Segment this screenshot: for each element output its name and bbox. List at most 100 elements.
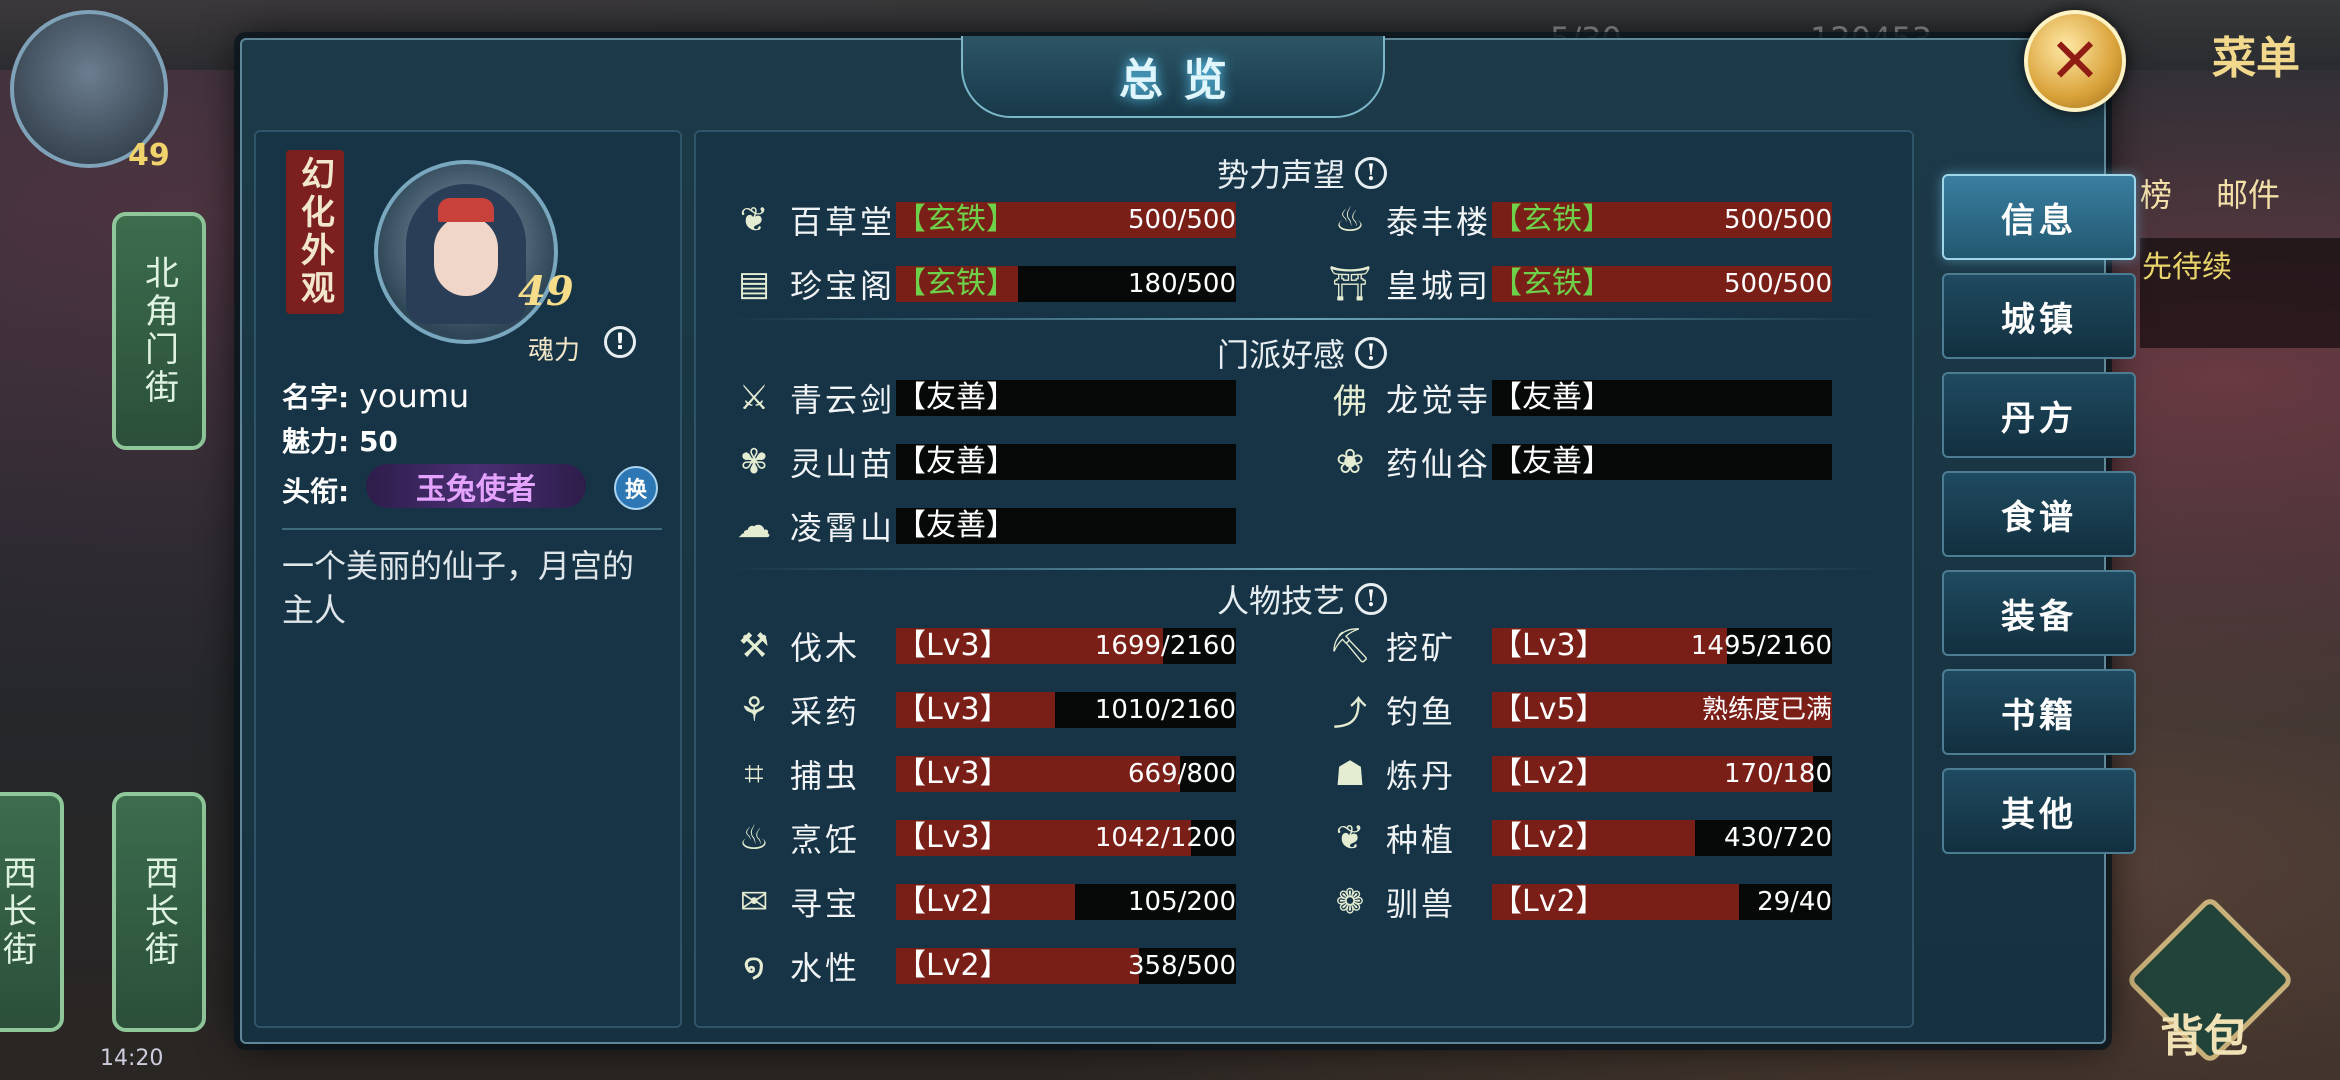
skills-name: 驯兽 — [1386, 885, 1457, 923]
skills-progress-bar: 【Lv2】 170/180 — [1492, 756, 1832, 792]
swap-title-button[interactable]: 换 — [614, 466, 658, 510]
cauldron-icon: ☗ — [1334, 754, 1366, 794]
section-sect: 门派好感 ! — [1216, 330, 1388, 376]
reputation-row: ⛩ 皇城司 — [1326, 262, 1491, 306]
reputation-row: ♨ 泰丰楼 — [1326, 198, 1491, 242]
reputation-row: ▤ 珍宝阁 — [730, 262, 895, 306]
skills-name: 钓鱼 — [1386, 693, 1457, 731]
reputation-tag: 【玄铁】 — [1492, 266, 1612, 301]
reputation-name: 泰丰楼 — [1386, 203, 1492, 241]
name-label: 名字: — [282, 381, 350, 414]
charm-value: 50 — [358, 425, 398, 458]
sects-name: 药仙谷 — [1386, 445, 1492, 483]
tab-3[interactable]: 食谱 — [1942, 471, 2136, 557]
skills-tag: 【Lv3】 — [896, 628, 1010, 663]
section-sect-title: 门派好感 — [1216, 336, 1346, 374]
sects-row: ❀ 药仙谷 — [1326, 440, 1491, 484]
street-sign-north[interactable]: 北角门街 — [112, 212, 206, 450]
skills-name: 伐木 — [790, 629, 861, 667]
status-time: 14:20 — [100, 1046, 164, 1071]
tab-1[interactable]: 城镇 — [1942, 273, 2136, 359]
cloud-icon: ☁ — [737, 506, 771, 546]
skills-progress-bar: 【Lv3】 1495/2160 — [1492, 628, 1832, 664]
tab-4[interactable]: 装备 — [1942, 570, 2136, 656]
skills-value: 1495/2160 — [1690, 631, 1832, 661]
soul-info-icon[interactable]: ! — [604, 326, 636, 358]
character-portrait[interactable] — [374, 160, 558, 344]
skills-value: 358/500 — [1127, 951, 1236, 981]
skills-name: 种植 — [1386, 821, 1457, 859]
reputation-info-icon[interactable]: ! — [1355, 157, 1388, 189]
sprout-icon: ❦ — [1335, 818, 1365, 858]
skills-value: 熟练度已满 — [1701, 695, 1832, 725]
wave-icon: ໑ — [743, 946, 765, 986]
sects-tag: 【友善】 — [1492, 380, 1612, 415]
skills-row: ⌗ 捕虫 — [730, 752, 860, 796]
skills-progress-bar: 【Lv2】 29/40 — [1492, 884, 1832, 920]
skills-row: ☗ 炼丹 — [1326, 752, 1456, 796]
skills-progress-bar: 【Lv3】 1042/1200 — [896, 820, 1236, 856]
reputation-progress-bar: 【玄铁】 500/500 — [896, 202, 1236, 238]
soul-power-label: 魂力 — [528, 336, 581, 366]
quest-tracker[interactable]: 先待续 — [2140, 238, 2340, 348]
skills-row: ❁ 驯兽 — [1326, 880, 1456, 924]
sects-progress-bar: 【友善】 — [1492, 444, 1832, 480]
sects-name: 凌霄山 — [790, 509, 896, 547]
skills-row: ໑ 水性 — [730, 944, 860, 988]
appearance-button[interactable]: 幻化外观 — [286, 150, 344, 314]
name-value: youmu — [358, 377, 470, 415]
skills-progress-bar: 【Lv2】 430/720 — [1492, 820, 1832, 856]
leaf-icon: ❦ — [739, 200, 769, 240]
sects-progress-bar: 【友善】 — [896, 380, 1236, 416]
skills-name: 采药 — [790, 693, 861, 731]
skills-progress-bar: 【Lv3】 1010/2160 — [896, 692, 1236, 728]
reputation-value: 500/500 — [1723, 205, 1832, 235]
street-sign-west-1[interactable]: 西长街 — [0, 792, 64, 1032]
skills-name: 挖矿 — [1386, 629, 1457, 667]
bag-label[interactable]: 背包 — [2160, 1000, 2248, 1064]
sects-tag: 【友善】 — [896, 444, 1016, 479]
divider — [730, 318, 1880, 320]
skills-value: 430/720 — [1723, 823, 1832, 853]
reputation-name: 皇城司 — [1386, 267, 1492, 305]
skills-progress-bar: 【Lv2】 105/200 — [896, 884, 1236, 920]
tab-0[interactable]: 信息 — [1942, 174, 2136, 260]
skills-row: ✉ 寻宝 — [730, 880, 860, 924]
tab-2[interactable]: 丹方 — [1942, 372, 2136, 458]
section-reputation-title: 势力声望 — [1216, 156, 1346, 194]
title-label: 头衔: — [282, 475, 350, 508]
tab-6[interactable]: 其他 — [1942, 768, 2136, 854]
close-button[interactable]: ✕ — [2024, 10, 2126, 112]
reputation-value: 500/500 — [1127, 205, 1236, 235]
sect-info-icon[interactable]: ! — [1355, 337, 1388, 369]
section-skills-title: 人物技艺 — [1216, 582, 1346, 620]
skills-name: 捕虫 — [790, 757, 861, 795]
reputation-tag: 【玄铁】 — [896, 202, 1016, 237]
sects-name: 龙觉寺 — [1386, 381, 1492, 419]
menu-button[interactable]: 菜单 — [2212, 22, 2300, 86]
skills-row: ⤴ 钓鱼 — [1326, 688, 1457, 734]
title-badge: 玉兔使者 — [366, 464, 586, 508]
skills-value: 105/200 — [1127, 887, 1236, 917]
character-description: 一个美丽的仙子，月宫的主人 — [282, 547, 635, 629]
sects-progress-bar: 【友善】 — [896, 508, 1236, 544]
reputation-name: 珍宝阁 — [790, 267, 896, 305]
skills-tag: 【Lv3】 — [1492, 628, 1606, 663]
skills-name: 寻宝 — [790, 885, 861, 923]
skills-tag: 【Lv2】 — [1492, 820, 1606, 855]
skills-info-icon[interactable]: ! — [1355, 583, 1388, 615]
ranking-button[interactable]: 榜 — [2140, 170, 2172, 216]
scroll-icon: ✉ — [739, 882, 769, 922]
skills-value: 170/180 — [1723, 759, 1832, 789]
skills-tag: 【Lv2】 — [1492, 756, 1606, 791]
skills-tag: 【Lv3】 — [896, 692, 1010, 727]
reputation-value: 180/500 — [1127, 269, 1236, 299]
reputation-tag: 【玄铁】 — [896, 266, 1016, 301]
chest-icon: ▤ — [737, 264, 771, 304]
mail-button[interactable]: 邮件 — [2216, 170, 2280, 216]
dialog-title-plate: 总览 — [961, 36, 1385, 118]
reputation-tag: 【玄铁】 — [1492, 202, 1612, 237]
street-sign-west-2[interactable]: 西长街 — [112, 792, 206, 1032]
axe-icon: ⚒ — [738, 626, 770, 666]
tab-5[interactable]: 书籍 — [1942, 669, 2136, 755]
